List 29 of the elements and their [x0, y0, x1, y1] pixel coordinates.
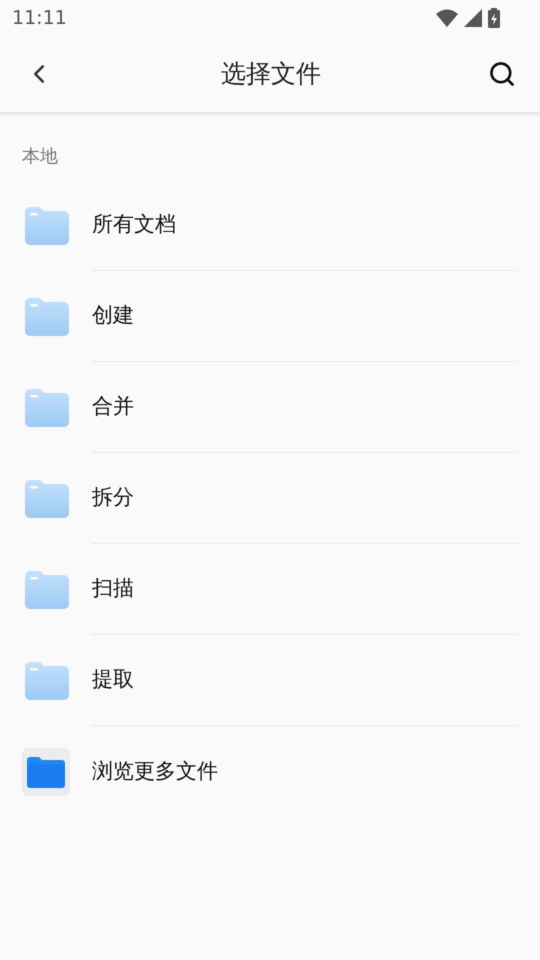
item-label: 合并: [92, 393, 134, 420]
file-location-item[interactable]: 所有文档: [0, 180, 540, 271]
folder-icon: [22, 748, 70, 796]
item-label: 浏览更多文件: [92, 758, 218, 785]
file-location-item[interactable]: 合并: [0, 362, 540, 453]
file-location-item[interactable]: 扫描: [0, 544, 540, 635]
item-label: 所有文档: [92, 211, 176, 238]
file-location-item[interactable]: 拆分: [0, 453, 540, 544]
signal-icon: [464, 9, 482, 27]
folder-icon: [25, 662, 69, 700]
page-title: 选择文件: [221, 58, 321, 90]
file-location-item[interactable]: 创建: [0, 271, 540, 362]
folder-icon: [25, 480, 69, 518]
item-label: 创建: [92, 302, 134, 330]
folder-icon: [25, 570, 69, 608]
file-location-item[interactable]: 浏览更多文件: [0, 726, 540, 817]
wifi-icon: [436, 9, 458, 27]
search-button[interactable]: [488, 60, 516, 88]
status-time: 11:11: [12, 6, 67, 31]
section-label: 本地: [22, 146, 58, 167]
item-label: 提取: [92, 666, 134, 694]
file-location-item[interactable]: 提取: [0, 635, 540, 726]
item-label: 扫描: [92, 575, 134, 602]
folder-icon: [25, 388, 69, 426]
folder-icon: [25, 206, 69, 244]
folder-icon: [25, 298, 69, 336]
item-label: 拆分: [92, 484, 134, 512]
search-icon: [488, 60, 516, 88]
battery-icon: [488, 8, 500, 28]
